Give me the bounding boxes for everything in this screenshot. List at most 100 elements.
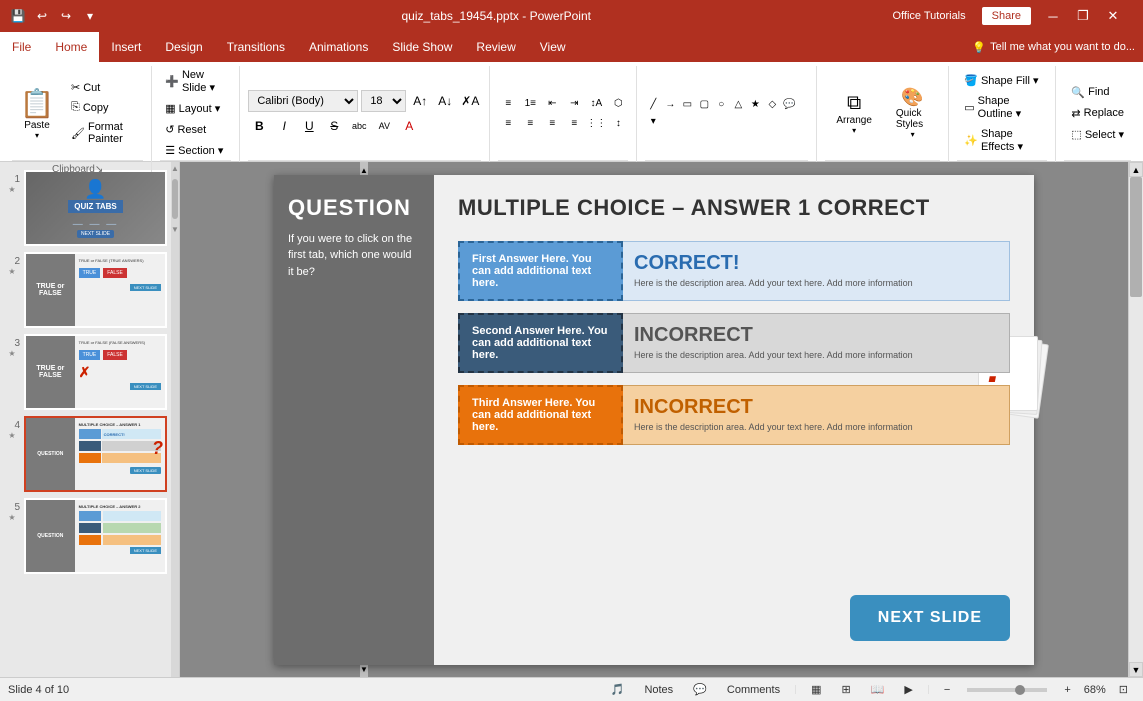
slide-thumb-3[interactable]: 3 ★ TRUE or FALSE TRUE or FALSE (FALSE A… — [4, 334, 167, 410]
slide-thumb-4[interactable]: 4 ★ QUESTION MULTIPLE CHOICE – ANSWER 1 — [4, 416, 167, 492]
next-slide-button[interactable]: NEXT SLIDE — [850, 595, 1010, 641]
menu-transitions[interactable]: Transitions — [215, 32, 297, 62]
increase-font-btn[interactable]: A↑ — [409, 90, 431, 112]
reset-button[interactable]: ↺ Reset — [160, 120, 211, 139]
office-tutorials-btn[interactable]: Office Tutorials — [884, 8, 973, 24]
comments-button[interactable]: Comments — [720, 682, 787, 698]
menu-file[interactable]: File — [0, 32, 43, 62]
section-button[interactable]: ☰ Section ▾ — [160, 141, 228, 160]
slide-thumb-2[interactable]: 2 ★ TRUE or FALSE TRUE or FALSE (TRUE AN… — [4, 252, 167, 328]
slide-canvas[interactable]: QUESTION If you were to click on the fir… — [274, 175, 1034, 665]
undo-qat-btn[interactable]: ↩ — [32, 6, 52, 26]
font-family-select[interactable]: Calibri (Body) — [248, 90, 358, 112]
shape-btn-triangle[interactable]: △ — [730, 97, 746, 113]
slide-scroll-thumb[interactable] — [172, 179, 178, 219]
line-spacing-btn[interactable]: ↕ — [608, 114, 628, 132]
copy-button[interactable]: ⎘ Copy — [66, 98, 143, 117]
save-qat-btn[interactable]: 💾 — [8, 6, 28, 26]
custom-qat-btn[interactable]: ▾ — [80, 6, 100, 26]
menu-view[interactable]: View — [528, 32, 578, 62]
find-button[interactable]: 🔍 Find — [1064, 83, 1131, 102]
font-size-select[interactable]: 18 — [361, 90, 406, 112]
answer-box-2[interactable]: Second Answer Here. You can add addition… — [458, 313, 623, 373]
align-right-btn[interactable]: ≡ — [542, 114, 562, 132]
slide-wrapper-2[interactable]: TRUE or FALSE TRUE or FALSE (TRUE ANSWER… — [24, 252, 167, 328]
slide-scroll-down[interactable]: ▼ — [169, 223, 179, 236]
shape-fill-button[interactable]: 🪣 Shape Fill ▾ — [957, 71, 1047, 90]
new-slide-button[interactable]: ➕ New Slide ▾ — [160, 66, 231, 97]
shape-btn-star[interactable]: ★ — [747, 97, 763, 113]
reading-view-btn[interactable]: 📖 — [864, 681, 892, 698]
arrange-button[interactable]: ⧉ Arrange ▾ — [825, 83, 883, 143]
menu-animations[interactable]: Animations — [297, 32, 380, 62]
shape-btn-more[interactable]: ▾ — [645, 114, 661, 130]
slide-wrapper-4[interactable]: QUESTION MULTIPLE CHOICE – ANSWER 1 CORR… — [24, 416, 167, 492]
strikethrough-button[interactable]: S — [323, 115, 345, 137]
slideshow-btn[interactable]: ▶ — [897, 681, 919, 698]
layout-button[interactable]: ▦ Layout ▾ — [160, 99, 225, 118]
underline-button[interactable]: U — [298, 115, 320, 137]
menu-design[interactable]: Design — [153, 32, 214, 62]
columns-btn[interactable]: ⋮⋮ — [586, 114, 606, 132]
align-left-btn[interactable]: ≡ — [498, 114, 518, 132]
zoom-in-btn[interactable]: + — [1057, 682, 1077, 698]
answer-box-3[interactable]: Third Answer Here. You can add additiona… — [458, 385, 623, 445]
char-spacing-btn[interactable]: AV — [373, 115, 395, 137]
decrease-indent-btn[interactable]: ⇤ — [542, 94, 562, 112]
italic-button[interactable]: I — [273, 115, 295, 137]
slide-wrapper-1[interactable]: 👤 QUIZ TABS — — — NEXT SLIDE — [24, 170, 167, 246]
restore-button[interactable]: ❐ — [1069, 4, 1097, 28]
answer-box-1[interactable]: First Answer Here. You can add additiona… — [458, 241, 623, 301]
menu-slideshow[interactable]: Slide Show — [380, 32, 464, 62]
slide-wrapper-5[interactable]: QUESTION MULTIPLE CHOICE – ANSWER 2 — [24, 498, 167, 574]
zoom-out-btn[interactable]: − — [937, 682, 957, 698]
slide-thumb-1[interactable]: 1 ★ 👤 QUIZ TABS — — — NEXT SLIDE — [4, 170, 167, 246]
increase-indent-btn[interactable]: ⇥ — [564, 94, 584, 112]
close-button[interactable]: ✕ — [1099, 4, 1127, 28]
menu-home[interactable]: Home — [43, 32, 99, 62]
paste-button[interactable]: 📋 Paste ▾ — [12, 66, 62, 160]
canvas-scroll-thumb-right[interactable] — [1130, 177, 1142, 297]
zoom-thumb[interactable] — [1015, 685, 1025, 695]
convert-to-smart-art-btn[interactable]: ⬡ — [608, 94, 628, 112]
shape-btn-rounded[interactable]: ▢ — [696, 97, 712, 113]
slide-thumb-5[interactable]: 5 ★ QUESTION MULTIPLE CHOICE – ANSWER 2 — [4, 498, 167, 574]
shadow-button[interactable]: abc — [348, 115, 370, 137]
select-button[interactable]: ⬚ Select ▾ — [1064, 125, 1131, 144]
replace-button[interactable]: ⇄ Replace — [1064, 104, 1131, 123]
shape-btn-line[interactable]: ╱ — [645, 97, 661, 113]
zoom-slider[interactable] — [967, 688, 1047, 692]
shape-effects-button[interactable]: ✨ Shape Effects ▾ — [957, 125, 1047, 156]
align-center-btn[interactable]: ≡ — [520, 114, 540, 132]
canvas-scroll-bottom-arrow[interactable]: ▼ — [1129, 662, 1143, 677]
slide-sorter-btn[interactable]: ⊞ — [834, 681, 857, 698]
quick-styles-button[interactable]: 🎨 Quick Styles ▾ — [885, 82, 940, 144]
fit-slide-btn[interactable]: ⊡ — [1112, 681, 1135, 698]
normal-view-btn[interactable]: ▦ — [804, 681, 828, 698]
slide-wrapper-3[interactable]: TRUE or FALSE TRUE or FALSE (FALSE ANSWE… — [24, 334, 167, 410]
shape-btn-callout[interactable]: 💬 — [781, 97, 797, 113]
bold-button[interactable]: B — [248, 115, 270, 137]
menu-review[interactable]: Review — [464, 32, 527, 62]
answer-result-3[interactable]: INCORRECT Here is the description area. … — [619, 385, 1010, 445]
tell-me-text[interactable]: Tell me what you want to do... — [990, 41, 1135, 53]
decrease-font-btn[interactable]: A↓ — [434, 90, 456, 112]
format-painter-button[interactable]: 🖌 Format Painter — [66, 118, 143, 148]
zoom-level[interactable]: 68% — [1084, 684, 1106, 696]
shape-outline-button[interactable]: ▭ Shape Outline ▾ — [957, 92, 1047, 123]
answer-result-2[interactable]: INCORRECT Here is the description area. … — [619, 313, 1010, 373]
shape-btn-rect[interactable]: ▭ — [679, 97, 695, 113]
shape-btn-circle[interactable]: ○ — [713, 97, 729, 113]
shape-btn-diamond[interactable]: ◇ — [764, 97, 780, 113]
clear-format-btn[interactable]: ✗A — [459, 90, 481, 112]
notes-button[interactable]: Notes — [637, 682, 680, 698]
numbering-btn[interactable]: 1≡ — [520, 94, 540, 112]
cut-button[interactable]: ✂ Cut — [66, 78, 143, 97]
text-direction-btn[interactable]: ↕A — [586, 94, 606, 112]
minimize-button[interactable]: ─ — [1039, 4, 1067, 28]
justify-btn[interactable]: ≡ — [564, 114, 584, 132]
menu-insert[interactable]: Insert — [99, 32, 153, 62]
redo-qat-btn[interactable]: ↪ — [56, 6, 76, 26]
share-button[interactable]: Share — [982, 7, 1031, 25]
shape-btn-arrow[interactable]: → — [662, 97, 678, 113]
